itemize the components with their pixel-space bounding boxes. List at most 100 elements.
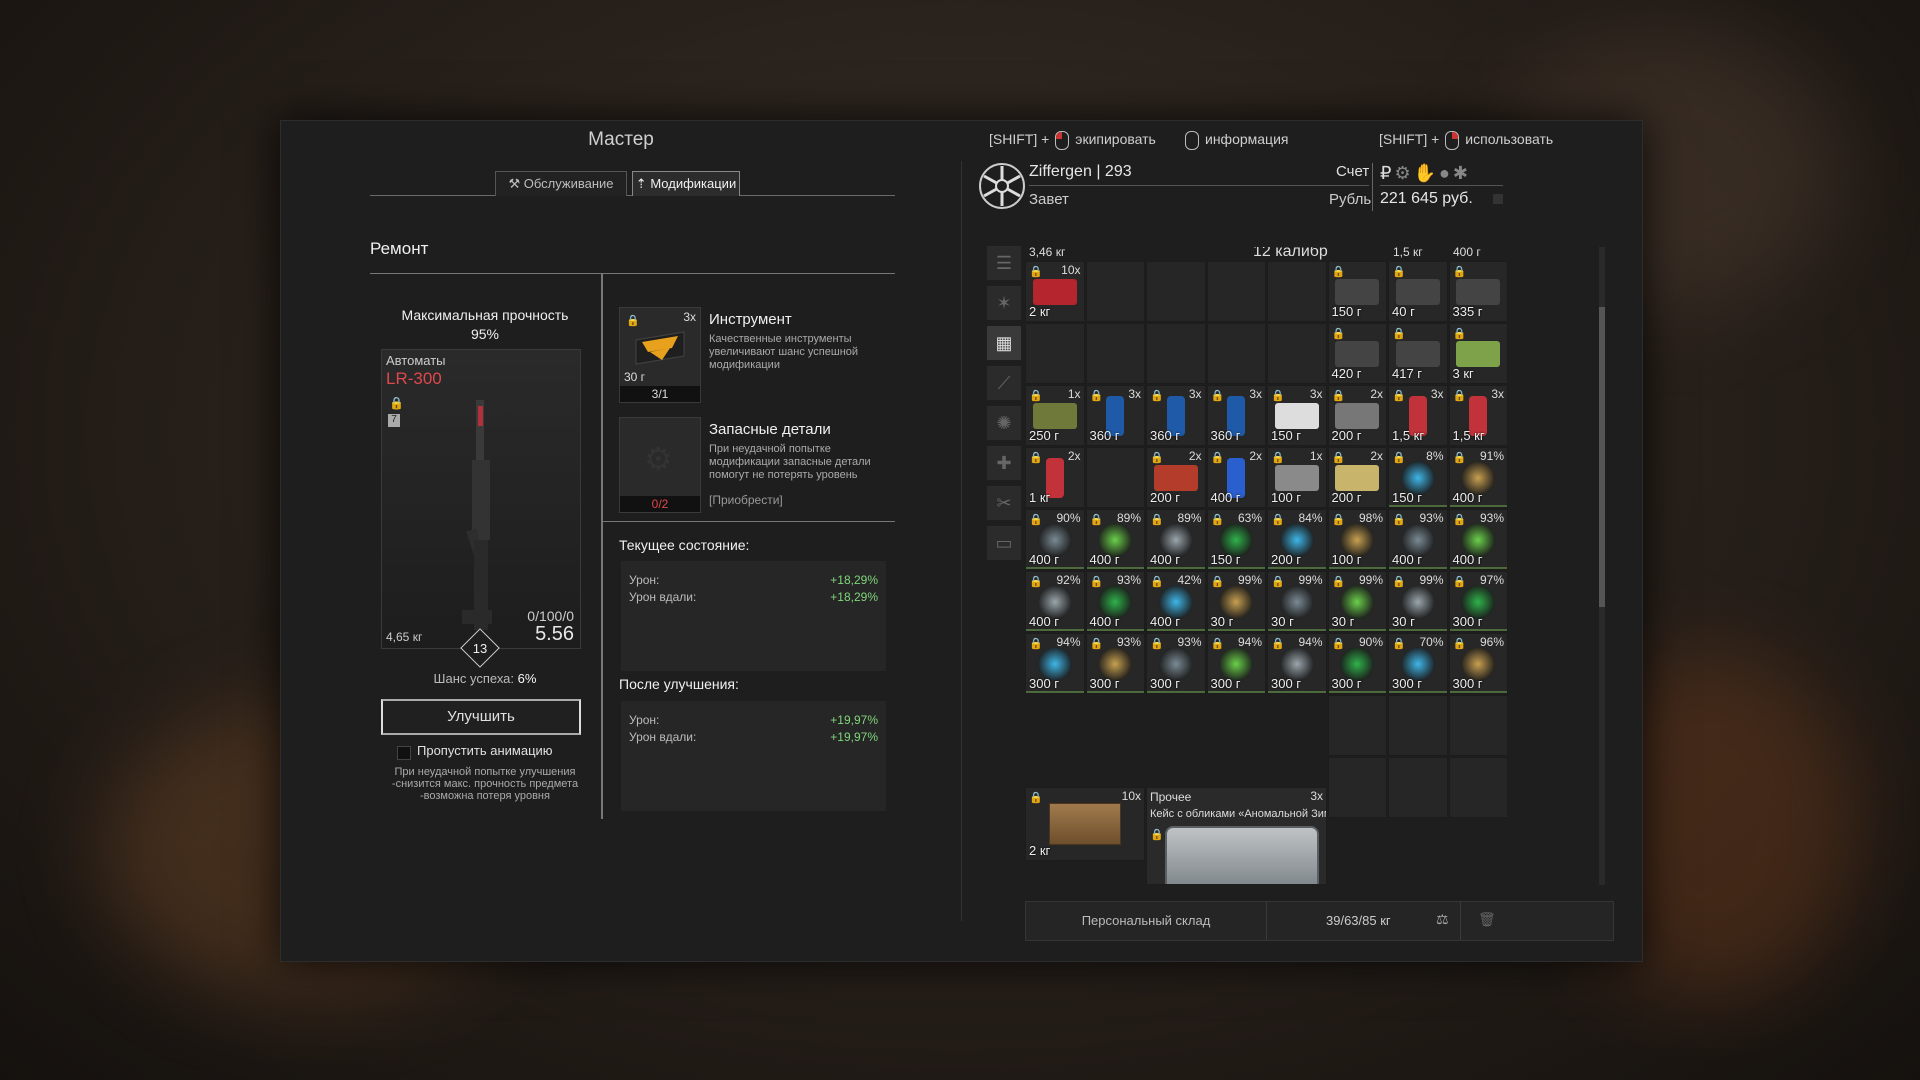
inventory-item[interactable]: 🔒 2x 1 кг xyxy=(1025,447,1085,508)
tab-maintenance[interactable]: ⚒ Обслуживание xyxy=(495,171,627,196)
inventory-item[interactable]: 🔒 84% 200 г xyxy=(1267,509,1327,570)
inventory-item[interactable]: 🔒 90% 400 г xyxy=(1025,509,1085,570)
star-icon[interactable]: ✶ xyxy=(987,286,1021,320)
trash-icon[interactable]: 🗑 xyxy=(1478,911,1496,928)
inventory-item[interactable]: 🔒 2x 400 г xyxy=(1206,447,1266,508)
inventory-item[interactable]: 🔒 10x 2 кг xyxy=(1025,261,1085,322)
tools-icon[interactable]: ✂ xyxy=(987,486,1021,520)
inventory-item[interactable]: 🔒 3x 360 г xyxy=(1085,385,1145,446)
empty-slot[interactable] xyxy=(1146,323,1206,384)
inventory-item[interactable]: 🔒 89% 400 г xyxy=(1146,509,1206,570)
scope-icon xyxy=(1395,340,1440,367)
inventory-item[interactable]: 🔒 3x 1,5 кг xyxy=(1448,385,1508,446)
lock-icon: 🔒 xyxy=(1331,452,1346,464)
empty-slot[interactable] xyxy=(1448,757,1508,818)
inventory-item[interactable]: 🔒 96% 300 г xyxy=(1448,633,1508,694)
empty-slot[interactable] xyxy=(1267,261,1327,322)
stat-label: Урон: xyxy=(629,713,660,727)
inventory-item[interactable]: 🔒 3x 1,5 кг xyxy=(1388,385,1448,446)
item-weight: 400 г xyxy=(1029,614,1060,629)
weapon-slot[interactable]: Автоматы LR-300 🔒 7 4,65 кг 0/100/0 5.56… xyxy=(381,349,581,668)
inventory-item[interactable]: 🔒 150 г xyxy=(1327,261,1387,322)
inventory-item[interactable]: 🔒 335 г xyxy=(1448,261,1508,322)
inventory-item[interactable]: 🔒 417 г xyxy=(1388,323,1448,384)
inventory-item[interactable]: 🔒 94% 300 г xyxy=(1206,633,1266,694)
inventory-item[interactable]: 🔒 94% 300 г xyxy=(1267,633,1327,694)
empty-slot[interactable] xyxy=(1448,695,1508,756)
inventory-item[interactable]: 🔒 420 г xyxy=(1327,323,1387,384)
item-weight: 30 г xyxy=(1210,614,1234,629)
empty-slot[interactable] xyxy=(1388,757,1448,818)
inventory-item[interactable]: 🔒 98% 100 г xyxy=(1327,509,1387,570)
hint-action: экипировать xyxy=(1075,131,1156,148)
quality-underline xyxy=(1449,567,1507,569)
item-count: 99% xyxy=(1237,573,1262,587)
inventory-item[interactable]: 🔒 2x 200 г xyxy=(1146,447,1206,508)
empty-slot[interactable] xyxy=(1388,695,1448,756)
inventory-item[interactable]: 🔒 97% 300 г xyxy=(1448,571,1508,632)
inventory-item[interactable]: 🔒 93% 400 г xyxy=(1448,509,1508,570)
medkit-icon[interactable]: ✚ xyxy=(987,446,1021,480)
inventory-item[interactable]: 🔒 93% 400 г xyxy=(1085,571,1145,632)
inventory-item[interactable]: 🔒 91% 400 г xyxy=(1448,447,1508,508)
inventory-item[interactable]: 🔒 3 кг xyxy=(1448,323,1508,384)
inventory-item[interactable]: 🔒 63% 150 г xyxy=(1206,509,1266,570)
inventory-item[interactable]: Прочее 3x Кейс с обликами «Аномальной Зи… xyxy=(1146,787,1327,885)
tool-desc-line: увеличивают шанс успешной xyxy=(709,346,859,358)
rifle-icon[interactable]: ⟋ xyxy=(987,366,1021,400)
empty-slot[interactable] xyxy=(1146,261,1206,322)
lock-icon: 🔒 xyxy=(1392,576,1406,588)
inventory-item[interactable]: 🔒 1x 250 г xyxy=(1025,385,1085,446)
empty-slot[interactable] xyxy=(1267,323,1327,384)
inventory-item[interactable]: 🔒 90% 300 г xyxy=(1327,633,1387,694)
stat-label: Урон вдали: xyxy=(629,590,697,604)
inventory-item[interactable]: 🔒 42% 400 г xyxy=(1146,571,1206,632)
inventory-item[interactable]: 🔒 3x 150 г xyxy=(1267,385,1327,446)
inventory-item[interactable]: 🔒 99% 30 г xyxy=(1206,571,1266,632)
inventory-scrollbar[interactable] xyxy=(1599,247,1605,885)
buy-spare-link[interactable]: [Приобрести] xyxy=(709,493,783,507)
empty-slot[interactable] xyxy=(1206,261,1266,322)
inventory-item[interactable]: 🔒 93% 300 г xyxy=(1085,633,1145,694)
box-icon[interactable]: ▭ xyxy=(987,526,1021,560)
inventory-item[interactable]: 🔒 92% 400 г xyxy=(1025,571,1085,632)
list-icon[interactable]: ☰ xyxy=(987,246,1021,280)
empty-slot[interactable] xyxy=(1327,695,1387,756)
scroll-thumb[interactable] xyxy=(1599,307,1605,607)
inventory-item[interactable]: 🔒 93% 300 г xyxy=(1146,633,1206,694)
upgrade-button[interactable]: Улучшить xyxy=(381,699,581,735)
item-count: 2x xyxy=(1188,449,1202,463)
inventory-item[interactable]: 🔒 99% 30 г xyxy=(1388,571,1448,632)
skip-animation-checkbox[interactable] xyxy=(397,746,411,760)
inventory-item[interactable]: 🔒 70% 300 г xyxy=(1388,633,1448,694)
empty-slot[interactable] xyxy=(1085,261,1145,322)
empty-slot[interactable] xyxy=(1085,447,1145,508)
inventory-item[interactable]: 🔒 89% 400 г xyxy=(1085,509,1145,570)
inventory-item[interactable]: 🔒 3x 360 г xyxy=(1146,385,1206,446)
inventory-item[interactable]: 🔒 1x 100 г xyxy=(1267,447,1327,508)
inventory-item[interactable]: 🔒 8% 150 г xyxy=(1388,447,1448,508)
inventory-item[interactable]: 🔒 3x 360 г xyxy=(1206,385,1266,446)
inventory-item[interactable]: 🔒 40 г xyxy=(1388,261,1448,322)
inventory-item[interactable]: 🔒 99% 30 г xyxy=(1327,571,1387,632)
inventory-item[interactable]: 🔒 99% 30 г xyxy=(1267,571,1327,632)
artifact-icon[interactable]: ✺ xyxy=(987,406,1021,440)
tab-modifications[interactable]: ⇡ Модификации xyxy=(632,171,740,196)
grid-icon[interactable]: ▦ xyxy=(987,326,1021,360)
lock-icon: 🔒 xyxy=(1331,328,1346,340)
inventory-item[interactable]: 🔒 2x 200 г xyxy=(1327,447,1387,508)
empty-slot[interactable] xyxy=(1206,323,1266,384)
empty-slot[interactable] xyxy=(1085,323,1145,384)
empty-slot[interactable] xyxy=(1327,757,1387,818)
inventory-item[interactable]: 🔒 94% 300 г xyxy=(1025,633,1085,694)
item-weight: 400 г xyxy=(1210,490,1241,505)
inventory-item[interactable]: 🔒 93% 400 г xyxy=(1388,509,1448,570)
tool-slot[interactable]: 🔒 3x 30 г 3/1 xyxy=(619,307,701,403)
inventory-item[interactable]: 🔒 2x 200 г xyxy=(1327,385,1387,446)
expand-icon[interactable] xyxy=(1493,194,1503,204)
spare-parts-slot[interactable]: ⚙ 0/2 xyxy=(619,417,701,513)
inventory-item[interactable]: 🔒 10x 2 кг xyxy=(1025,787,1145,861)
storage-button[interactable]: Персональный склад xyxy=(1026,913,1266,928)
empty-slot[interactable] xyxy=(1025,323,1085,384)
quality-underline xyxy=(1147,691,1205,693)
